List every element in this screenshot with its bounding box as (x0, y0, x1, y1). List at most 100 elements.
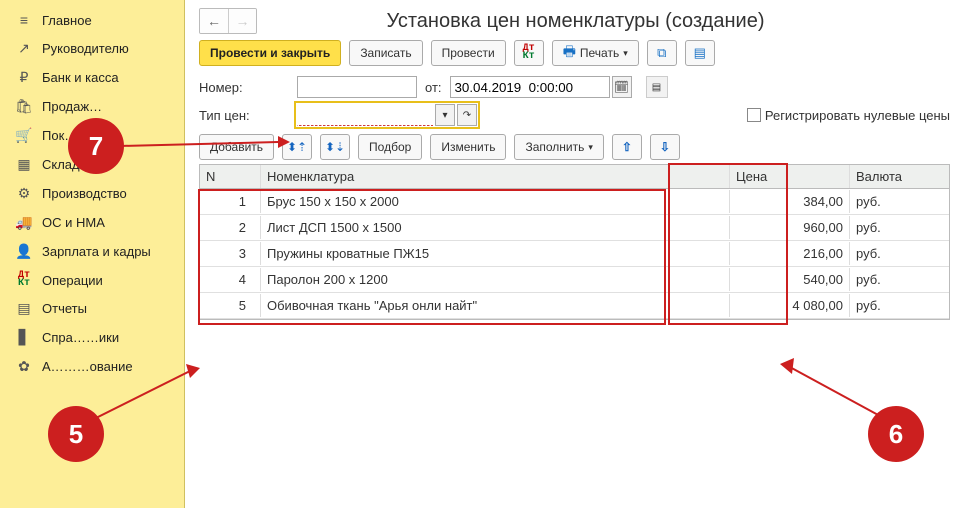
sidebar-item-sales[interactable]: 🛍Продаж… (0, 92, 184, 121)
cell-curr: руб. (849, 294, 949, 317)
save-button[interactable]: Записать (349, 40, 422, 66)
attachments-button[interactable]: ▤ (685, 40, 715, 66)
number-input[interactable] (297, 76, 417, 98)
nav-buttons: ← → (199, 8, 257, 34)
col-header-name[interactable]: Номенклатура (260, 165, 729, 188)
grid-icon: ▦ (14, 156, 34, 173)
col-header-price[interactable]: Цена (729, 165, 849, 188)
back-button[interactable]: ← (200, 9, 228, 33)
move-down-button[interactable]: ⇩ (650, 134, 680, 160)
register-zero-checkbox[interactable]: Регистрировать нулевые цены (747, 108, 950, 123)
sidebar-item-assets[interactable]: 🚚 ОС и НМА (0, 208, 184, 237)
post-and-close-button[interactable]: Провести и закрыть (199, 40, 341, 66)
number-row: Номер: от: 🗓 ▤ (199, 76, 950, 98)
sidebar-item-directories[interactable]: ▋ Спра……ики (0, 323, 184, 352)
action-bar: Провести и закрыть Записать Провести ДтК… (199, 40, 950, 66)
dtkt-icon: ДтКт (14, 272, 34, 288)
sidebar-item-label: Главное (42, 13, 92, 28)
table-row[interactable]: 1 Брус 150 х 150 х 2000 384,00 руб. (200, 189, 949, 215)
sidebar-item-operations[interactable]: ДтКт Операции (0, 266, 184, 294)
sidebar-item-hr[interactable]: 👤 Зарплата и кадры (0, 237, 184, 266)
print-button[interactable]: 🖶Печать ▾ (552, 40, 639, 66)
fill-button[interactable]: Заполнить ▾ (514, 134, 603, 160)
list-icon: ▤ (694, 45, 706, 61)
related-button[interactable]: ⧉ (647, 40, 677, 66)
cell-curr: руб. (849, 216, 949, 239)
sidebar-item-label: Банк и касса (42, 70, 119, 85)
match-button[interactable]: Подбор (358, 134, 422, 160)
movements-button[interactable]: ДтКт (514, 40, 544, 66)
sidebar-item-label: Склад (42, 157, 80, 172)
cell-n: 4 (200, 268, 260, 291)
sidebar-item-warehouse[interactable]: ▦ Склад (0, 150, 184, 179)
add-button[interactable]: Добавить (199, 134, 274, 160)
price-type-input[interactable] (297, 104, 433, 126)
sidebar-item-reports[interactable]: ▤Отчеты (0, 294, 184, 323)
price-type-dropdown[interactable]: ▾ (435, 104, 455, 126)
truck-icon: 🚚 (14, 214, 34, 231)
cell-name: Лист ДСП 1500 х 1500 (260, 216, 729, 239)
sidebar-item-manager[interactable]: ↗Руководителю (0, 34, 184, 63)
price-type-row: Тип цен: ▾ ↷ Регистрировать нулевые цены (199, 104, 950, 126)
sidebar-item-main[interactable]: ≡Главное (0, 6, 184, 34)
post-button[interactable]: Провести (431, 40, 506, 66)
sidebar-item-label: Операции (42, 273, 103, 288)
table-header: N Номенклатура Цена Валюта (200, 165, 949, 189)
register-zero-label: Регистрировать нулевые цены (765, 108, 950, 123)
person-icon: 👤 (14, 243, 34, 260)
cell-curr: руб. (849, 190, 949, 213)
cell-name: Пружины кроватные ПЖ15 (260, 242, 729, 265)
report-icon: ▤ (14, 300, 34, 317)
cell-price: 384,00 (729, 190, 849, 213)
books-icon: ▋ (14, 329, 34, 346)
aux-button[interactable]: ▤ (646, 76, 668, 98)
arrow-up-icon: ⇧ (622, 140, 632, 154)
cell-curr: руб. (849, 242, 949, 265)
sidebar-item-label: Зарплата и кадры (42, 244, 151, 259)
sort-desc-icon: ⬍⇣ (325, 140, 345, 154)
table-row[interactable]: 4 Паролон 200 х 1200 540,00 руб. (200, 267, 949, 293)
table-row[interactable]: 3 Пружины кроватные ПЖ15 216,00 руб. (200, 241, 949, 267)
table-row[interactable]: 5 Обивочная ткань "Арья онли найт" 4 080… (200, 293, 949, 319)
sidebar-item-label: Пок… (42, 128, 77, 143)
col-header-curr[interactable]: Валюта (849, 165, 949, 188)
cell-curr: руб. (849, 268, 949, 291)
table-row[interactable]: 2 Лист ДСП 1500 х 1500 960,00 руб. (200, 215, 949, 241)
chevron-down-icon: ▾ (588, 142, 593, 153)
sidebar-item-label: Руководителю (42, 41, 129, 56)
link-icon: ⧉ (657, 45, 666, 61)
cell-name: Обивочная ткань "Арья онли найт" (260, 294, 729, 317)
chevron-down-icon: ▾ (623, 48, 628, 59)
printer-icon: 🖶 (563, 41, 576, 65)
cell-price: 540,00 (729, 268, 849, 291)
sidebar-item-bank[interactable]: ₽Банк и касса (0, 63, 184, 92)
sidebar-item-label: Производство (42, 186, 127, 201)
change-button[interactable]: Изменить (430, 134, 506, 160)
cell-price: 960,00 (729, 216, 849, 239)
forward-button[interactable]: → (228, 9, 256, 33)
cell-name: Брус 150 х 150 х 2000 (260, 190, 729, 213)
sidebar-item-label: Спра……ики (42, 330, 119, 345)
sort-asc-button[interactable]: ⬍⇡ (282, 134, 312, 160)
cell-n: 1 (200, 190, 260, 213)
table-toolbar: Добавить ⬍⇡ ⬍⇣ Подбор Изменить Заполнить… (199, 134, 950, 160)
price-type-open[interactable]: ↷ (457, 104, 477, 126)
cell-name: Паролон 200 х 1200 (260, 268, 729, 291)
sidebar-item-production[interactable]: ⚙ Производство (0, 179, 184, 208)
sidebar-item-label: А………ование (42, 359, 133, 374)
sort-asc-icon: ⬍⇡ (287, 140, 307, 154)
sidebar-item-label: ОС и НМА (42, 215, 105, 230)
cell-n: 5 (200, 294, 260, 317)
sort-desc-button[interactable]: ⬍⇣ (320, 134, 350, 160)
cell-n: 3 (200, 242, 260, 265)
move-up-button[interactable]: ⇧ (612, 134, 642, 160)
cell-price: 4 080,00 (729, 294, 849, 317)
calendar-button[interactable]: 🗓 (612, 76, 632, 98)
col-header-n[interactable]: N (200, 165, 260, 188)
sidebar-item-purchases[interactable]: 🛒Пок… (0, 121, 184, 150)
sidebar-item-admin[interactable]: ✿А………ование (0, 352, 184, 381)
dtkt-icon: ДтКт (523, 45, 535, 61)
sidebar-item-label: Продаж… (42, 99, 102, 114)
date-input[interactable] (450, 76, 610, 98)
gear-icon: ⚙ (14, 185, 34, 202)
